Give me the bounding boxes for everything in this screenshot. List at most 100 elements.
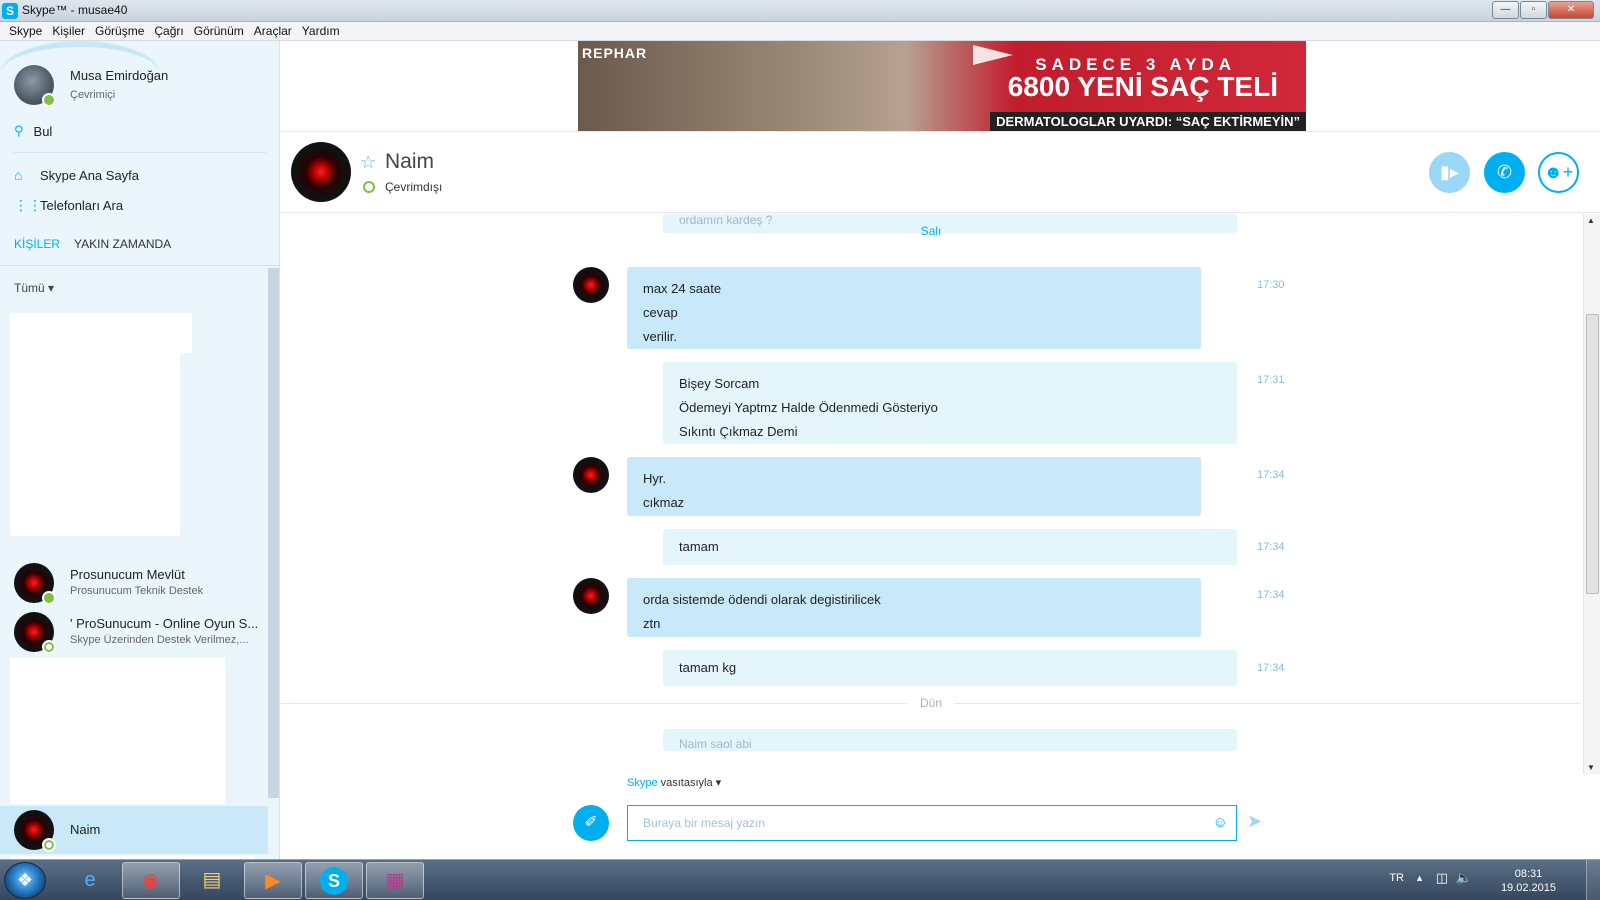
nav-call-phones[interactable]: ⋮⋮ Telefonları Ara [14, 197, 123, 214]
taskbar-winrar[interactable]: ▦ [366, 862, 424, 899]
scrollbar-thumb[interactable] [1586, 314, 1599, 594]
video-call-button[interactable]: ▮▸ [1429, 152, 1470, 193]
ad-tagline: DERMATOLOGLAR UYARDI: “SAÇ EKTİRMEYİN” [990, 112, 1306, 131]
menu-kisiler[interactable]: Kişiler [47, 22, 90, 40]
send-icon: ➤ [1247, 811, 1263, 831]
search-button[interactable]: ⚲ Bul [14, 123, 52, 139]
start-button[interactable]: ❖ [4, 862, 46, 899]
contact-name: Prosunucum Mevlüt [70, 567, 185, 582]
tab-recent[interactable]: YAKIN ZAMANDA [74, 237, 171, 251]
advertisement-banner[interactable]: REPHAR SADECE 3 AYDA 6800 YENİ SAÇ TELİ … [578, 41, 1306, 131]
day-separator: Dün [281, 696, 1581, 710]
message-line: max 24 saate [643, 281, 722, 296]
send-button[interactable]: ➤ [1247, 811, 1262, 832]
profile-avatar-wrap[interactable] [14, 65, 56, 107]
attach-button[interactable]: ✐ [573, 805, 609, 841]
message-line: ztn [643, 616, 661, 631]
video-call-icon: ▮▸ [1440, 162, 1459, 182]
hidden-contact-area [10, 658, 225, 804]
conversation-scrollbar[interactable]: ▲ ▼ [1583, 214, 1600, 774]
paperclip-icon: ✐ [584, 814, 598, 831]
taskbar-chrome[interactable]: ◉ [122, 862, 180, 899]
ad-headline-large: 6800 YENİ SAÇ TELİ [1007, 71, 1278, 102]
network-icon[interactable]: ◫ [1436, 870, 1448, 886]
profile-name[interactable]: Musa Emirdoğan [70, 68, 168, 83]
contact-item[interactable]: Prosunucum Mevlüt Prosunucum Teknik Dest… [0, 559, 268, 607]
maximize-button[interactable]: ▫ [1520, 1, 1547, 19]
scroll-up-arrow[interactable]: ▲ [1587, 216, 1595, 225]
taskbar-ie[interactable]: e [61, 862, 119, 899]
message-bubble-incoming[interactable]: Hyr. cıkmaz [627, 457, 1201, 516]
volume-icon[interactable]: 🔈 [1456, 870, 1472, 886]
clock-time: 08:31 [1514, 868, 1543, 880]
menu-skype[interactable]: Skype [4, 22, 47, 40]
ad-arrow-graphic [973, 45, 1013, 65]
contact-mood: Prosunucum Teknik Destek [70, 585, 204, 597]
taskbar-media-player[interactable]: ▶ [244, 862, 302, 899]
close-button[interactable]: ✕ [1548, 1, 1594, 19]
contact-tabs: KİŞİLER YAKIN ZAMANDA [14, 237, 185, 251]
clock[interactable]: 08:31 19.02.2015 [1501, 867, 1556, 895]
tab-contacts[interactable]: KİŞİLER [14, 237, 60, 251]
offline-status-icon [42, 838, 56, 852]
language-indicator[interactable]: TR [1389, 872, 1404, 884]
minimize-button[interactable]: — [1492, 1, 1519, 19]
message-bubble-incoming[interactable]: max 24 saate cevap verilir. [627, 267, 1201, 349]
skype-app-icon: S [2, 3, 18, 19]
menu-gorunum[interactable]: Görünüm [189, 22, 249, 40]
folder-icon: ▤ [202, 869, 222, 891]
menu-gorusme[interactable]: Görüşme [90, 22, 149, 40]
menu-cagri[interactable]: Çağrı [149, 22, 188, 40]
message-avatar [573, 457, 609, 493]
menu-araclar[interactable]: Araçlar [249, 22, 297, 40]
show-desktop-button[interactable] [1586, 860, 1600, 900]
taskbar-skype[interactable]: S [305, 862, 363, 899]
emoticon-icon[interactable]: ☺ [1213, 814, 1228, 831]
contact-item[interactable]: ' ProSunucum - Online Oyun S... Skype Üz… [0, 608, 268, 656]
message-input[interactable] [628, 806, 1188, 840]
window-controls: — ▫ ✕ [1491, 1, 1594, 19]
call-button[interactable]: ✆ [1484, 152, 1525, 193]
star-icon[interactable]: ☆ [360, 152, 376, 173]
contact-name: ' ProSunucum - Online Oyun S... [70, 616, 259, 631]
message-line: verilir. [643, 329, 677, 344]
show-hidden-icons[interactable]: ▲ [1415, 873, 1424, 883]
chat-partner-avatar[interactable] [291, 142, 351, 202]
send-via-selector[interactable]: Skype vasıtasıyla ▾ [627, 776, 721, 789]
message-bubble-outgoing[interactable]: tamam [663, 529, 1237, 565]
tabs-divider [0, 265, 279, 266]
message-line: tamam kg [679, 660, 737, 675]
chat-partner-status-text: Çevrimdışı [385, 180, 443, 194]
contact-name: Naim [70, 822, 101, 837]
message-avatar [573, 578, 609, 614]
message-compose-box[interactable]: ☺ [627, 805, 1237, 841]
chrome-icon: ◉ [142, 870, 160, 892]
offline-status-icon [42, 640, 56, 654]
message-bubble-incoming[interactable]: orda sistemde ödendi olarak degistirilic… [627, 578, 1201, 637]
dialpad-icon: ⋮⋮ [14, 197, 42, 213]
message-timestamp: 17:34 [1257, 662, 1285, 674]
scroll-down-arrow[interactable]: ▼ [1587, 763, 1595, 772]
contact-list-scrollbar[interactable] [268, 268, 279, 798]
add-people-button[interactable]: ☻+ [1538, 152, 1579, 193]
message-line: orda sistemde ödendi olarak degistirilic… [643, 592, 881, 607]
contact-avatar [14, 612, 56, 654]
chat-partner-name[interactable]: Naim [385, 150, 434, 174]
nav-skype-home[interactable]: ⌂ Skype Ana Sayfa [14, 167, 139, 183]
contact-item-selected[interactable]: Naim [0, 806, 268, 854]
message-timestamp: 17:34 [1257, 541, 1285, 553]
contact-list: Tümü ▾ Prosunucum Mevlüt Prosunucum Tekn… [0, 268, 268, 859]
profile-avatar[interactable] [14, 65, 56, 107]
message-line: Ödemeyi Yaptmz Halde Ödenmedi Gösteriyo [679, 400, 938, 415]
message-bubble-outgoing[interactable]: Bişey Sorcam Ödemeyi Yaptmz Halde Ödenme… [663, 362, 1237, 444]
taskbar-explorer[interactable]: ▤ [183, 862, 241, 899]
hidden-contact-area [10, 353, 180, 536]
profile-status[interactable]: Çevrimiçi [70, 89, 115, 101]
chat-header: ☆ Naim Çevrimdışı ▮▸ ✆ ☻+ [281, 132, 1600, 213]
online-status-icon [42, 93, 56, 107]
menu-yardim[interactable]: Yardım [297, 22, 345, 40]
contact-filter-dropdown[interactable]: Tümü ▾ [14, 281, 54, 295]
message-bubble-outgoing[interactable]: tamam kg [663, 650, 1237, 686]
message-line: Sıkıntı Çıkmaz Demi [679, 424, 798, 439]
skype-icon: S [320, 867, 348, 895]
